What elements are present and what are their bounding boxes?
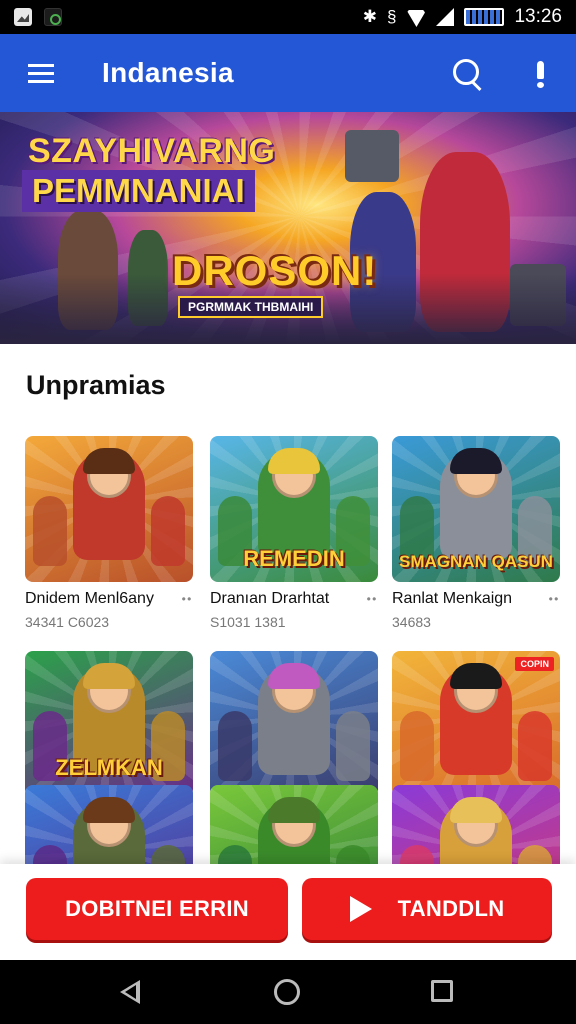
game-card[interactable]: Dnidem Menl6any • • 34341 C6023: [25, 436, 193, 630]
game-card[interactable]: SMAGNAN QASUN Ranlat Menkaign • • 34683: [392, 436, 560, 630]
character-hair: [268, 448, 320, 474]
character-hair: [268, 797, 320, 823]
more-options-icon[interactable]: • •: [546, 592, 560, 606]
game-meta: 34683: [392, 614, 431, 630]
app-title: Indanesia: [102, 57, 234, 88]
thumbnail-badge: COPIN: [515, 657, 554, 671]
menu-icon: [28, 71, 54, 75]
character-hair: [83, 797, 135, 823]
thumbnail-logo: ZELMKAN: [55, 755, 163, 780]
game-card[interactable]: ZELMKANSBPKNEIL: [25, 651, 193, 797]
game-title: Dranıan Drarhtat: [210, 590, 330, 607]
gallery-icon: [14, 8, 32, 26]
hero-banner[interactable]: SZAYHIVARNG PEMMNANIAI DROSON! PGRMMAK T…: [0, 112, 576, 344]
menu-button[interactable]: [0, 34, 82, 112]
status-bar: ✱ § 13:26: [0, 0, 576, 34]
back-icon[interactable]: [120, 980, 140, 1004]
character-hair: [450, 663, 502, 689]
search-button[interactable]: [444, 52, 488, 96]
home-icon[interactable]: [274, 979, 300, 1005]
game-thumbnail: REMEDIN: [210, 436, 378, 582]
character-hair: [268, 663, 320, 689]
side-character: [218, 711, 252, 781]
alert-button[interactable]: [522, 52, 558, 96]
game-thumbnail: COPINWENGHE: [392, 651, 560, 797]
character-hair: [450, 797, 502, 823]
signal-icon: [436, 8, 455, 26]
primary-action-label: DOBITNEI ERRIN: [65, 896, 249, 921]
game-card[interactable]: COPINWENGHE: [392, 651, 560, 797]
app-bar: Indanesia: [0, 34, 576, 112]
game-title-row: Dnidem Menl6any • •: [25, 590, 193, 608]
section-title: Unpramias: [26, 370, 166, 400]
vibrate-icon: §: [386, 7, 397, 26]
recents-icon[interactable]: [431, 980, 453, 1002]
hero-subheadline: PEMMNANIAI: [22, 170, 255, 212]
hero-headline: SZAYHIVARNG: [28, 132, 276, 170]
more-options-icon[interactable]: • •: [364, 592, 378, 606]
side-character: [33, 496, 67, 566]
play-button[interactable]: TANDDLN: [302, 878, 552, 940]
game-title-row: Dranıan Drarhtat • •: [210, 590, 378, 608]
app-icon: [44, 8, 62, 26]
character-hair: [450, 448, 502, 474]
side-character: [336, 711, 370, 781]
thumbnail-logo: SMAGNAN QASUN: [399, 552, 553, 571]
clock: 13:26: [514, 6, 562, 27]
bluetooth-icon: ✱: [362, 7, 377, 26]
alert-icon: [536, 60, 544, 79]
game-meta: S1031 1381: [210, 614, 286, 630]
play-icon: [349, 896, 372, 922]
wifi-icon: [406, 10, 427, 27]
thumbnail-logo: REMEDIN: [243, 546, 345, 571]
character-hair: [83, 663, 135, 689]
battery-icon: [464, 8, 505, 26]
side-character: [151, 496, 185, 566]
game-card[interactable]: REMEDIN Dranıan Drarhtat • • S1031 1381: [210, 436, 378, 630]
cta-bar: DOBITNEI ERRIN TANDDLN: [0, 864, 576, 960]
hero-logo: DROSON!: [172, 247, 378, 294]
game-thumbnail: SMAGNAN QASUN: [392, 436, 560, 582]
side-character: [400, 711, 434, 781]
primary-action-button[interactable]: DOBITNEI ERRIN: [26, 878, 288, 940]
more-options-icon[interactable]: • •: [179, 592, 193, 606]
game-title-row: Ranlat Menkaign • •: [392, 590, 560, 608]
hero-character-hammer: [345, 130, 399, 182]
play-button-label: TANDDLN: [397, 896, 505, 921]
game-thumbnail: ZELMKANSBPKNEIL: [25, 651, 193, 797]
game-title: Dnidem Menl6any: [25, 590, 154, 607]
game-title: Ranlat Menkaign: [392, 590, 513, 607]
system-nav-bar: [0, 960, 576, 1024]
hero-tagline: PGRMMAK THBMAIHI: [178, 296, 324, 318]
game-meta: 34341 C6023: [25, 614, 110, 630]
game-thumbnail: DEMSRON: [210, 651, 378, 797]
side-character: [518, 711, 552, 781]
character-hair: [83, 448, 135, 474]
game-card[interactable]: DEMSRON: [210, 651, 378, 797]
game-thumbnail: [25, 436, 193, 582]
